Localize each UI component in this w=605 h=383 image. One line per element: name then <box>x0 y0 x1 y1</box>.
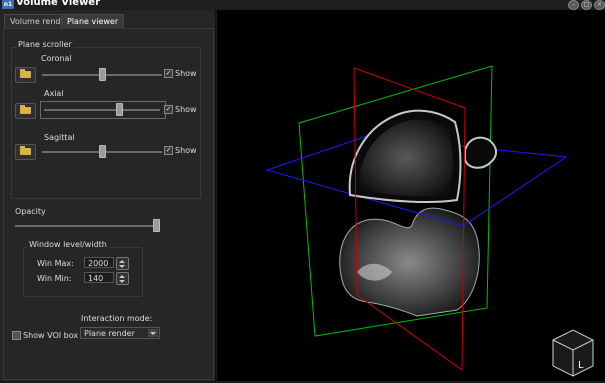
coronal-label: Coronal <box>41 54 72 63</box>
win-max-input[interactable]: 2000 <box>84 257 114 268</box>
win-max-label: Win Max: <box>37 259 74 268</box>
sagittal-label: Sagittal <box>44 133 75 142</box>
minimize-button[interactable]: – <box>568 0 579 10</box>
app-icon: n1 <box>2 0 14 9</box>
maximize-button[interactable]: □ <box>581 0 592 10</box>
plane-viewer-panel: Plane scroller Coronal ✓ Show Axial ✓ Sh… <box>3 28 214 380</box>
axial-label: Axial <box>44 89 64 98</box>
interaction-mode-select[interactable]: Plane render <box>80 327 160 339</box>
plane-render-canvas: L <box>265 65 594 377</box>
sagittal-show-checkbox[interactable]: ✓ <box>164 146 173 155</box>
win-min-label: Win Min: <box>37 274 72 283</box>
plane-scroller-title: Plane scroller <box>16 40 74 49</box>
interaction-mode-value: Plane render <box>84 329 135 338</box>
close-button[interactable]: × <box>594 0 605 10</box>
window-level-title: Window level/width <box>27 240 109 249</box>
sagittal-load-button[interactable] <box>15 144 36 160</box>
interaction-mode-label: Interaction mode: <box>81 314 153 323</box>
window-title: Volume Viewer <box>16 0 101 8</box>
show-voi-label: Show VOI box <box>23 331 79 340</box>
control-panel: Volume render Plane viewer Plane scrolle… <box>0 10 216 381</box>
win-min-input[interactable]: 140 <box>84 272 114 283</box>
opacity-slider-track[interactable] <box>15 225 160 227</box>
chevron-down-icon <box>148 329 158 337</box>
win-max-spin-button[interactable] <box>116 257 129 270</box>
axial-slider-track[interactable] <box>44 109 160 111</box>
axial-show-checkbox[interactable]: ✓ <box>164 105 173 114</box>
3d-viewport[interactable]: L <box>217 10 605 381</box>
orientation-label: L <box>578 360 584 371</box>
coronal-show-label: Show <box>175 69 197 78</box>
folder-icon <box>20 69 31 78</box>
coronal-show-checkbox[interactable]: ✓ <box>164 69 173 78</box>
folder-icon <box>20 105 31 114</box>
coronal-slider-thumb[interactable] <box>99 68 106 81</box>
axial-load-button[interactable] <box>15 103 36 119</box>
axial-slice-image <box>464 136 497 169</box>
title-bar: n1 Volume Viewer – □ × <box>0 0 605 10</box>
sagittal-slider-thumb[interactable] <box>99 145 106 158</box>
coronal-load-button[interactable] <box>15 67 36 83</box>
folder-icon <box>20 146 31 155</box>
axial-show-label: Show <box>175 105 197 114</box>
sagittal-show-label: Show <box>175 146 197 155</box>
tab-plane-viewer[interactable]: Plane viewer <box>61 14 125 28</box>
orientation-cube-icon[interactable]: L <box>552 329 594 377</box>
win-min-spin-button[interactable] <box>116 272 129 285</box>
opacity-slider-thumb[interactable] <box>153 219 160 232</box>
axial-slider-thumb[interactable] <box>116 103 123 116</box>
show-voi-checkbox[interactable] <box>12 331 21 340</box>
opacity-label: Opacity <box>15 207 46 216</box>
